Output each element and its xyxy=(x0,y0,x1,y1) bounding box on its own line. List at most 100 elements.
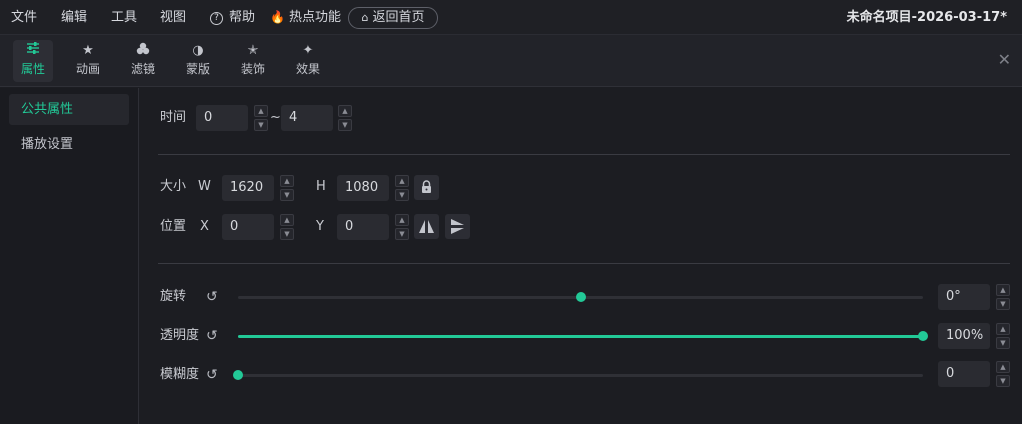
height-stepper[interactable]: ▲ ▼ xyxy=(395,175,409,201)
opacity-label: 透明度 xyxy=(160,328,200,343)
flip-vertical-icon xyxy=(451,219,464,234)
slider-handle[interactable] xyxy=(918,331,928,341)
slider-handle[interactable] xyxy=(575,292,586,302)
menu-hot-features-label: 热点功能 xyxy=(288,10,341,25)
width-stepper[interactable]: ▲ ▼ xyxy=(280,175,294,201)
chevron-down-icon[interactable]: ▼ xyxy=(254,119,268,131)
size-h-label: H xyxy=(316,179,326,194)
menu-tools[interactable]: 工具 xyxy=(111,0,137,35)
slider-handle[interactable] xyxy=(233,370,243,380)
chevron-down-icon[interactable]: ▼ xyxy=(395,228,409,240)
chevron-down-icon[interactable]: ▼ xyxy=(996,375,1010,387)
chevron-up-icon[interactable]: ▲ xyxy=(996,361,1010,373)
height-input[interactable]: 1080 xyxy=(337,175,389,201)
chevron-up-icon[interactable]: ▲ xyxy=(280,175,294,187)
menu-bar: 文件 编辑 工具 视图 ? 帮助 🔥 热点功能 ⌂ 返回首页 未命名项目-2026-0… xyxy=(0,0,1022,35)
home-button-label: 返回首页 xyxy=(372,10,425,25)
menu-help-label: 帮助 xyxy=(229,10,256,25)
sparkle-star-icon: ✭ xyxy=(247,43,259,58)
question-circle-icon: ? xyxy=(210,12,223,25)
time-start-input[interactable]: 0 xyxy=(196,105,248,131)
project-title: 未命名项目-2026-03-17* xyxy=(846,10,1007,25)
opacity-slider[interactable] xyxy=(238,331,928,341)
tab-bar: 属性 ★ 动画 滤镜 ◑ 蒙版 ✭ 装饰 ✦ 效果 xyxy=(0,35,1022,87)
reset-icon[interactable]: ↺ xyxy=(206,326,218,346)
filter-circles-icon xyxy=(123,42,163,60)
menu-hot-features[interactable]: 🔥 热点功能 xyxy=(270,0,341,35)
blur-value-input[interactable]: 0 xyxy=(938,361,990,387)
reset-icon[interactable]: ↺ xyxy=(206,365,218,385)
chevron-up-icon[interactable]: ▲ xyxy=(280,214,294,226)
chevron-up-icon[interactable]: ▲ xyxy=(996,323,1010,335)
opacity-stepper[interactable]: ▲ ▼ xyxy=(996,323,1010,349)
sidebar-item-common-properties[interactable]: 公共属性 xyxy=(9,94,129,125)
tab-decoration-label: 装饰 xyxy=(240,62,265,76)
position-y-label: Y xyxy=(316,219,324,234)
flip-vertical-button[interactable] xyxy=(445,214,470,239)
position-label: 位置 xyxy=(160,219,187,234)
time-end-input[interactable]: 4 xyxy=(281,105,333,131)
mask-half-icon: ◑ xyxy=(192,43,204,58)
tab-filter-label: 滤镜 xyxy=(130,62,155,76)
chevron-down-icon[interactable]: ▼ xyxy=(996,298,1010,310)
tab-mask-label: 蒙版 xyxy=(185,62,210,76)
position-x-stepper[interactable]: ▲ ▼ xyxy=(280,214,294,240)
width-input[interactable]: 1620 xyxy=(222,175,274,201)
blur-slider[interactable] xyxy=(233,370,923,380)
flip-horizontal-icon xyxy=(419,220,434,233)
menu-file[interactable]: 文件 xyxy=(11,0,37,35)
tab-animation-label: 动画 xyxy=(75,62,100,76)
size-w-label: W xyxy=(198,179,211,194)
slider-fill xyxy=(238,335,923,338)
menu-help[interactable]: ? 帮助 xyxy=(210,0,255,35)
lock-icon xyxy=(422,180,431,193)
position-y-input[interactable]: 0 xyxy=(337,214,389,240)
sliders-icon xyxy=(13,42,53,60)
chevron-down-icon[interactable]: ▼ xyxy=(338,119,352,131)
divider xyxy=(158,154,1010,155)
size-label: 大小 xyxy=(160,179,187,194)
sidebar: 公共属性 播放设置 xyxy=(0,88,139,424)
rotation-stepper[interactable]: ▲ ▼ xyxy=(996,284,1010,310)
aspect-lock-button[interactable] xyxy=(414,175,439,200)
chevron-up-icon[interactable]: ▲ xyxy=(996,284,1010,296)
tab-filter[interactable]: 滤镜 xyxy=(123,40,163,82)
menu-edit[interactable]: 编辑 xyxy=(61,0,87,35)
rotation-slider[interactable] xyxy=(238,292,923,302)
home-icon: ⌂ xyxy=(361,11,369,24)
blur-stepper[interactable]: ▲ ▼ xyxy=(996,361,1010,387)
tab-decoration[interactable]: ✭ 装饰 xyxy=(233,40,273,82)
close-icon[interactable]: ✕ xyxy=(998,50,1011,70)
chevron-up-icon[interactable]: ▲ xyxy=(395,175,409,187)
time-end-stepper[interactable]: ▲ ▼ xyxy=(338,105,352,131)
tab-properties-label: 属性 xyxy=(20,62,45,76)
chevron-up-icon[interactable]: ▲ xyxy=(254,105,268,117)
rotation-label: 旋转 xyxy=(160,289,187,304)
tab-mask[interactable]: ◑ 蒙版 xyxy=(178,40,218,82)
chevron-up-icon[interactable]: ▲ xyxy=(338,105,352,117)
reset-icon[interactable]: ↺ xyxy=(206,287,218,307)
position-x-label: X xyxy=(200,219,209,234)
position-y-stepper[interactable]: ▲ ▼ xyxy=(395,214,409,240)
tab-effects-label: 效果 xyxy=(295,62,320,76)
properties-panel: 时间 0 ▲ ▼ ~ 4 ▲ ▼ 大小 W 1620 ▲ ▼ H 1080 ▲ ▼ 位置… xyxy=(140,88,1022,424)
tab-animation[interactable]: ★ 动画 xyxy=(68,40,108,82)
flip-horizontal-button[interactable] xyxy=(414,214,439,239)
tab-properties[interactable]: 属性 xyxy=(13,40,53,82)
menu-view[interactable]: 视图 xyxy=(160,0,186,35)
chevron-down-icon[interactable]: ▼ xyxy=(280,189,294,201)
time-start-stepper[interactable]: ▲ ▼ xyxy=(254,105,268,131)
sidebar-item-playback-settings[interactable]: 播放设置 xyxy=(9,129,129,160)
home-button[interactable]: ⌂ 返回首页 xyxy=(348,7,438,29)
opacity-value-input[interactable]: 100% xyxy=(938,323,990,349)
chevron-down-icon[interactable]: ▼ xyxy=(996,337,1010,349)
effects-sparkle-icon: ✦ xyxy=(302,43,314,58)
chevron-down-icon[interactable]: ▼ xyxy=(280,228,294,240)
tab-effects[interactable]: ✦ 效果 xyxy=(288,40,328,82)
chevron-up-icon[interactable]: ▲ xyxy=(395,214,409,226)
position-x-input[interactable]: 0 xyxy=(222,214,274,240)
star-motion-icon: ★ xyxy=(82,43,94,58)
rotation-value-input[interactable]: 0° xyxy=(938,284,990,310)
chevron-down-icon[interactable]: ▼ xyxy=(395,189,409,201)
blur-label: 模糊度 xyxy=(160,367,200,382)
